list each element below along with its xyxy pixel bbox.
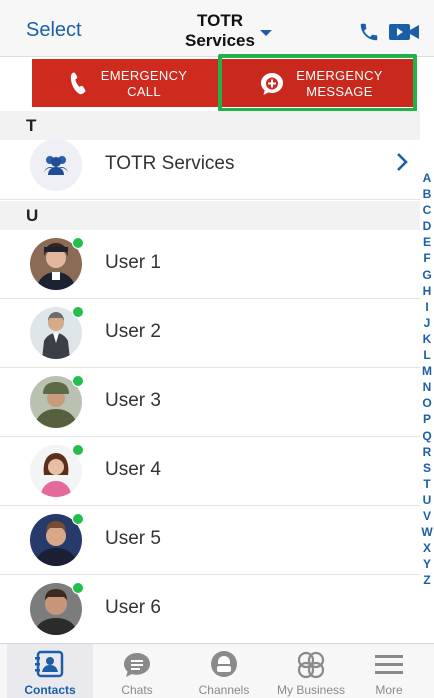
tab-chats[interactable]: Chats xyxy=(94,644,180,698)
index-letter[interactable]: J xyxy=(420,315,434,331)
message-plus-icon xyxy=(261,73,283,95)
top-nav-bar: Select TOTR Services xyxy=(0,0,434,57)
phone-icon xyxy=(70,72,86,95)
emergency-call-line2: CALL xyxy=(127,84,161,99)
index-letter[interactable]: O xyxy=(420,395,434,411)
index-letter[interactable]: W xyxy=(420,524,434,540)
contact-name: User 5 xyxy=(105,528,161,549)
contact-name: User 2 xyxy=(105,321,161,342)
group-row-totr-services[interactable]: TOTR Services xyxy=(0,131,420,200)
index-letter[interactable]: Y xyxy=(420,556,434,572)
index-letter[interactable]: X xyxy=(420,540,434,556)
tab-contacts[interactable]: Contacts xyxy=(7,644,93,698)
avatar xyxy=(30,444,84,497)
avatar xyxy=(30,237,84,290)
channels-icon xyxy=(211,651,237,677)
index-letter[interactable]: T xyxy=(420,476,434,492)
contact-row[interactable]: User 5 xyxy=(0,506,420,575)
contact-name: User 1 xyxy=(105,252,161,273)
avatar xyxy=(30,306,84,359)
index-letter[interactable]: N xyxy=(420,379,434,395)
section-header-u: U xyxy=(0,201,420,230)
index-letter[interactable]: P xyxy=(420,411,434,427)
more-icon xyxy=(375,655,403,674)
chats-icon xyxy=(124,653,150,677)
contact-row[interactable]: User 2 xyxy=(0,299,420,368)
tab-label: Chats xyxy=(121,683,153,697)
contact-name: User 6 xyxy=(105,597,161,618)
emergency-message-line2: MESSAGE xyxy=(306,84,373,99)
contacts-icon xyxy=(35,650,64,678)
index-letter[interactable]: L xyxy=(420,347,434,363)
index-letter[interactable]: S xyxy=(420,460,434,476)
avatar xyxy=(30,513,84,566)
group-name: TOTR Services xyxy=(105,153,235,174)
online-status-dot xyxy=(72,237,84,249)
online-status-dot xyxy=(72,444,84,456)
index-letter[interactable]: K xyxy=(420,331,434,347)
index-letter[interactable]: V xyxy=(420,508,434,524)
index-letter[interactable]: B xyxy=(420,186,434,202)
contact-row[interactable]: User 1 xyxy=(0,230,420,299)
index-letter[interactable]: D xyxy=(420,218,434,234)
contact-row[interactable]: User 3 xyxy=(0,368,420,437)
online-status-dot xyxy=(72,582,84,594)
contact-name: User 4 xyxy=(105,459,161,480)
contact-row[interactable]: User 6 xyxy=(0,575,420,644)
video-call-icon[interactable] xyxy=(388,22,420,42)
bottom-tab-bar: Contacts Chats Channels My Business More xyxy=(0,643,434,698)
tab-more[interactable]: More xyxy=(346,644,432,698)
tab-channels[interactable]: Channels xyxy=(181,644,267,698)
select-button[interactable]: Select xyxy=(26,19,82,42)
chevron-down-icon[interactable] xyxy=(260,30,272,36)
alphabet-index[interactable]: A B C D E F G H I J K L M N O P Q R S T … xyxy=(420,170,434,588)
index-letter[interactable]: U xyxy=(420,492,434,508)
index-letter[interactable]: H xyxy=(420,283,434,299)
emergency-call-line1: EMERGENCY xyxy=(100,68,188,83)
avatar xyxy=(30,582,84,635)
tab-label: Channels xyxy=(198,683,250,697)
online-status-dot xyxy=(72,306,84,318)
group-avatar xyxy=(30,139,82,191)
emergency-message-line1: EMERGENCY xyxy=(296,68,383,83)
index-letter[interactable]: G xyxy=(420,267,434,283)
my-business-icon xyxy=(297,651,325,679)
index-letter[interactable]: E xyxy=(420,234,434,250)
page-title-line1: TOTR xyxy=(197,11,243,30)
emergency-call-label: EMERGENCY CALL xyxy=(94,68,194,100)
online-status-dot xyxy=(72,375,84,387)
contact-name: User 3 xyxy=(105,390,161,411)
emergency-call-button[interactable]: EMERGENCY CALL xyxy=(32,59,218,107)
index-letter[interactable]: A xyxy=(420,170,434,186)
index-letter[interactable]: Q xyxy=(420,428,434,444)
index-letter[interactable]: C xyxy=(420,202,434,218)
phone-icon[interactable] xyxy=(358,21,380,43)
index-letter[interactable]: M xyxy=(420,363,434,379)
index-letter[interactable]: Z xyxy=(420,572,434,588)
emergency-message-button[interactable]: EMERGENCY MESSAGE xyxy=(221,59,414,107)
emergency-bar: EMERGENCY CALL EMERGENCY MESSAGE xyxy=(0,57,434,109)
contact-row[interactable]: User 4 xyxy=(0,437,420,506)
index-letter[interactable]: F xyxy=(420,250,434,266)
group-icon xyxy=(44,156,68,175)
chevron-right-icon xyxy=(397,153,408,171)
avatar xyxy=(30,375,84,428)
index-letter[interactable]: R xyxy=(420,444,434,460)
tab-label: Contacts xyxy=(24,683,76,697)
emergency-message-label: EMERGENCY MESSAGE xyxy=(287,68,392,100)
index-letter[interactable]: I xyxy=(420,299,434,315)
tab-my-business[interactable]: My Business xyxy=(268,644,354,698)
online-status-dot xyxy=(72,513,84,525)
tab-label: My Business xyxy=(276,683,346,697)
tab-label: More xyxy=(375,683,403,697)
